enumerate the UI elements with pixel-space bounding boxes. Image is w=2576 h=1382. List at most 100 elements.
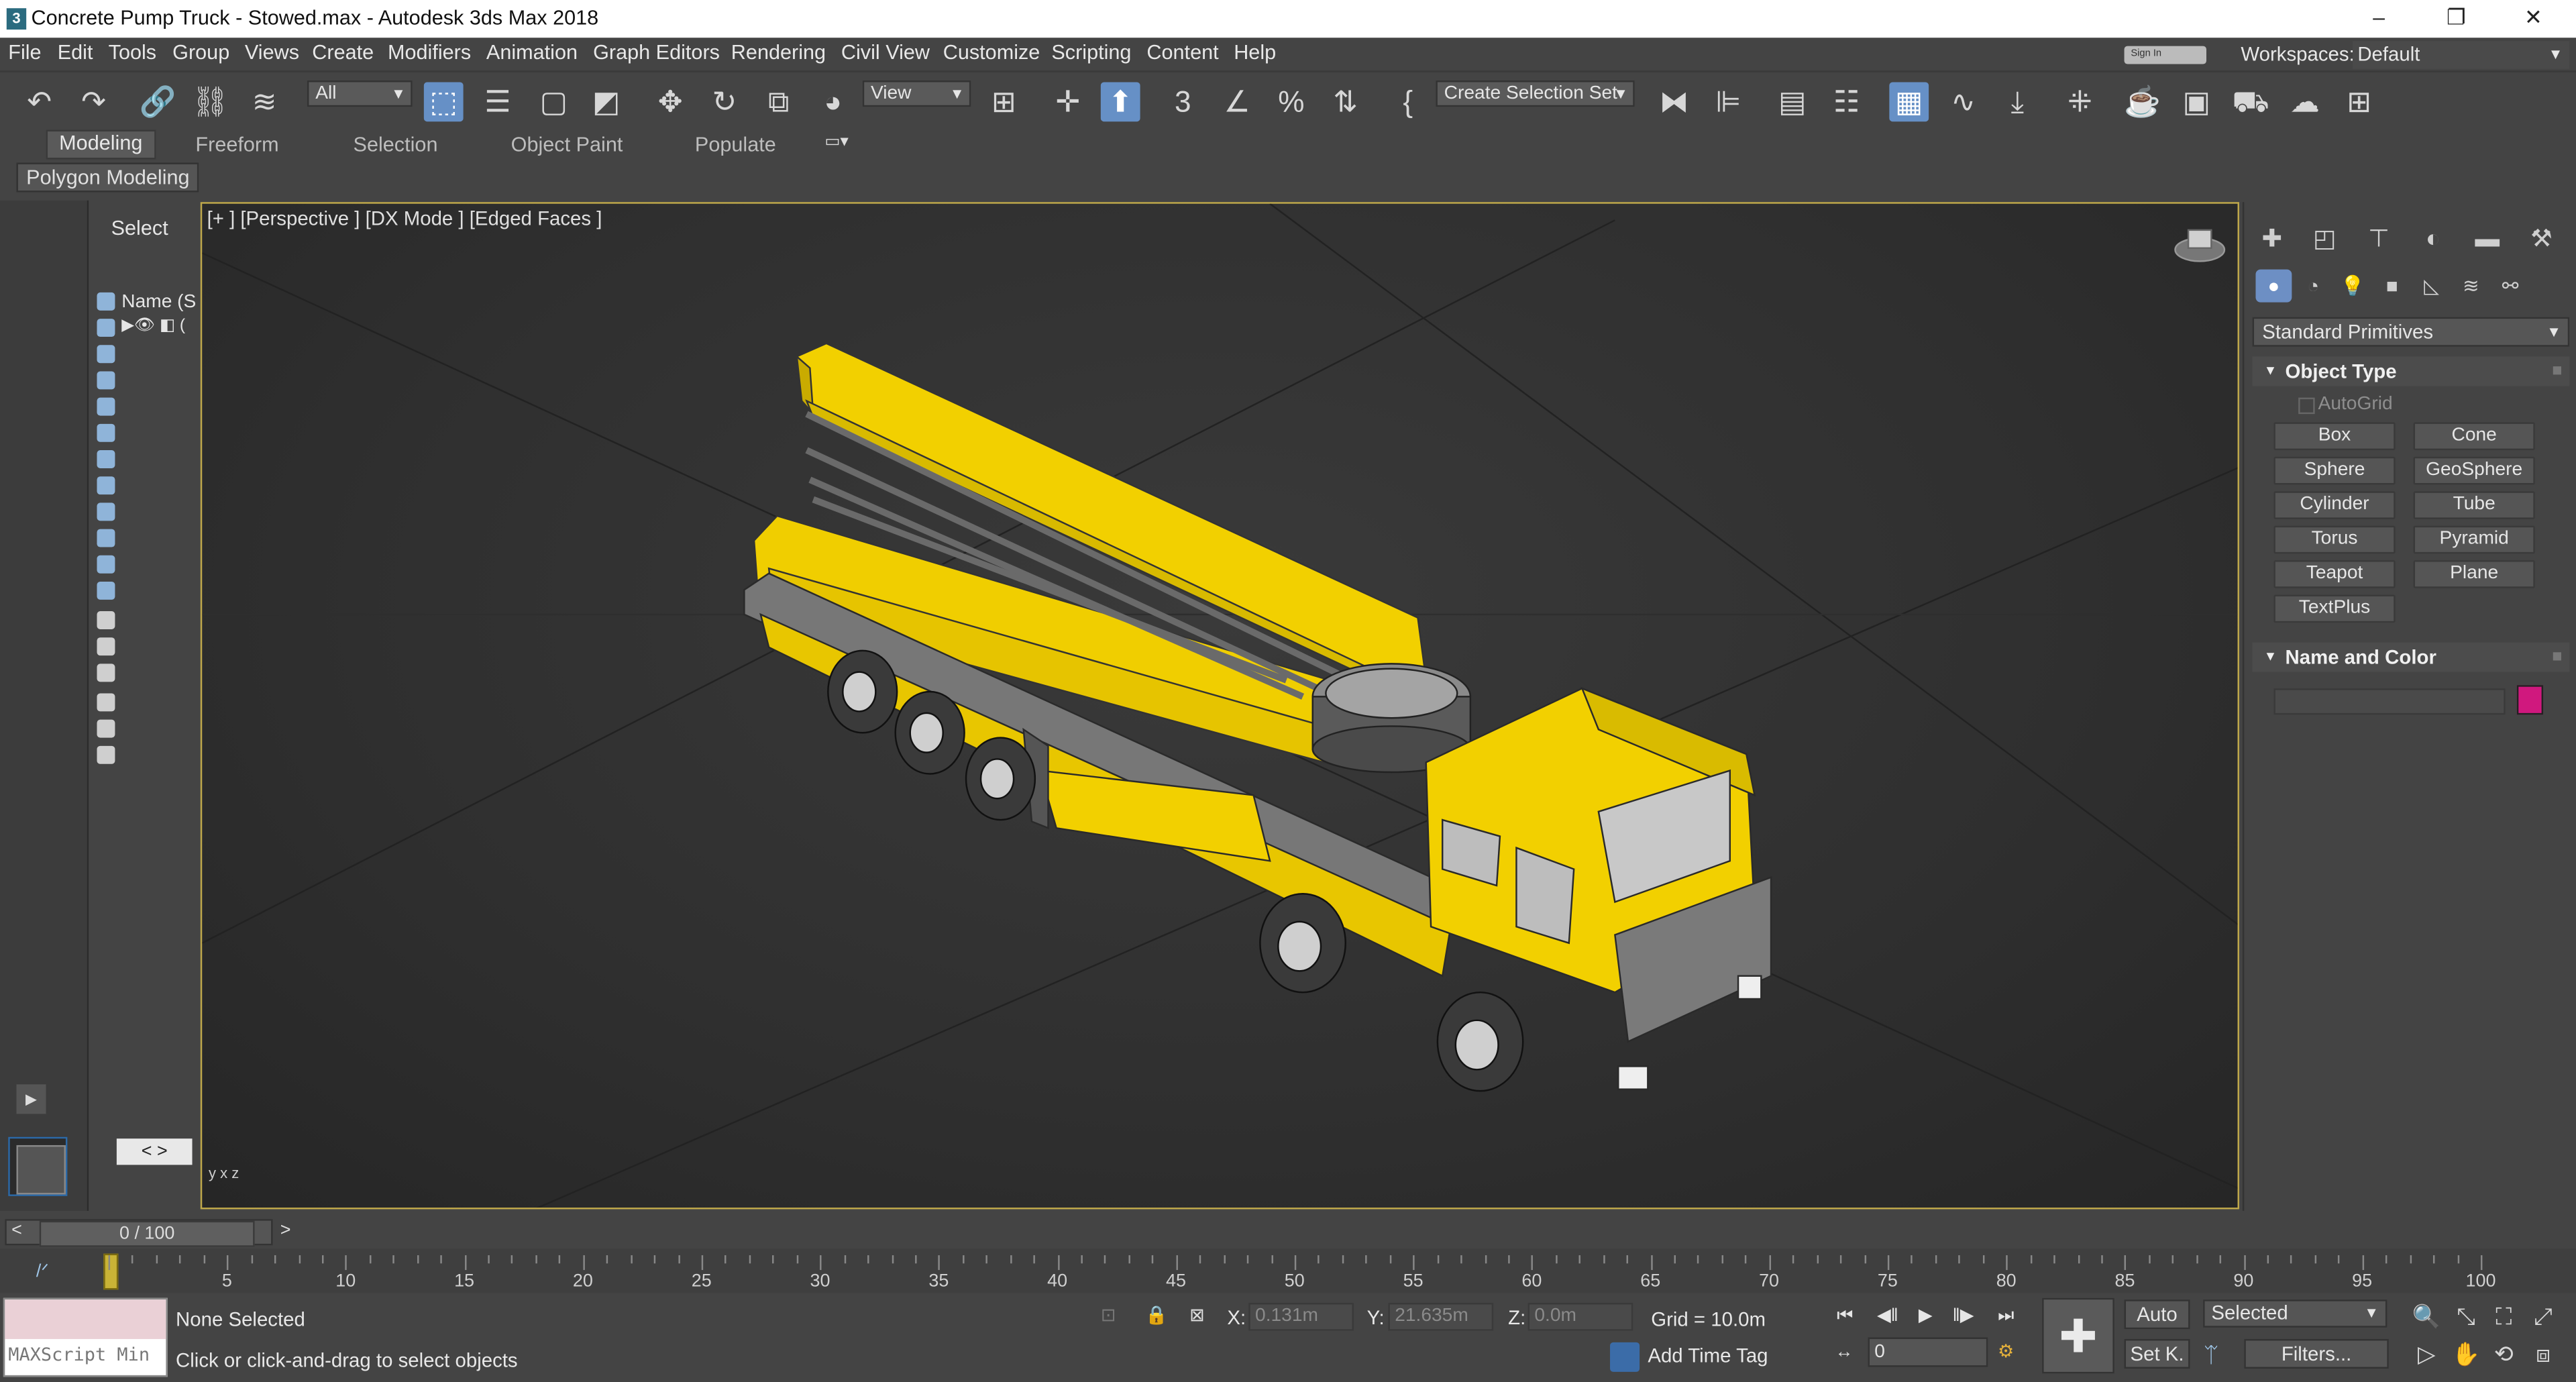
rotate-icon[interactable]: ↻ [705,82,745,121]
systems-icon[interactable]: ⚯ [2492,270,2528,303]
spinner-snap-icon[interactable]: ⇅ [1326,82,1365,121]
undo-icon[interactable]: ↶ [19,82,59,121]
zoom-extents-all-icon[interactable]: ⤢ [2527,1301,2560,1331]
orbit-icon[interactable]: ⟲ [2487,1339,2520,1369]
scale-icon[interactable]: ⧉ [759,82,798,121]
z-coordinate-field[interactable]: 0.0m [1527,1303,1633,1331]
a360-gallery-icon[interactable]: ⊞ [2339,82,2379,121]
maximize-button[interactable]: ❐ [2418,3,2494,33]
time-slider-thumb[interactable]: 0 / 100 [39,1220,255,1247]
keyboard-shortcut-override-icon[interactable]: ⬆ [1100,82,1140,122]
display-bones-icon[interactable] [97,502,115,521]
workspaces-dropdown[interactable]: Default ▼ [2352,41,2570,69]
torus-button[interactable]: Torus [2273,525,2396,554]
menu-create[interactable]: Create [312,41,374,64]
hierarchy-tab-icon[interactable]: ⊤ [2361,223,2397,256]
viewcube-icon[interactable] [2170,217,2229,266]
key-filter-selection-dropdown[interactable]: Selected ▼ [2203,1299,2387,1328]
teapot-button[interactable]: Teapot [2273,560,2396,588]
helpers-icon[interactable]: ◺ [2414,270,2450,303]
object-color-swatch[interactable] [2516,685,2544,715]
utilities-tab-icon[interactable]: ⚒ [2524,223,2560,256]
menu-file[interactable]: File [8,41,41,64]
tube-button[interactable]: Tube [2413,491,2535,519]
plane-button[interactable]: Plane [2413,560,2535,588]
maxscript-listener[interactable]: MAXScript Min [3,1297,168,1377]
display-particles-icon[interactable] [97,555,115,574]
pivot-center-icon[interactable]: ⊞ [984,82,1024,121]
zoom-icon[interactable]: 🔍 [2410,1301,2443,1331]
layer-box-icon[interactable] [97,745,115,764]
selection-filter-dropdown[interactable]: All ▼ [307,81,413,107]
select-object-icon[interactable]: ⬚ [423,82,464,122]
select-by-name-icon[interactable]: ☰ [478,82,518,121]
named-selection-set-dropdown[interactable]: Create Selection Set ▼ [1436,81,1635,107]
menu-modifiers[interactable]: Modifiers [388,41,471,64]
tab-freeform[interactable]: Freeform [195,133,278,156]
field-of-view-icon[interactable]: ▷ [2410,1339,2443,1369]
isolate-selection-icon[interactable]: ⊡ [1101,1305,1116,1326]
y-coordinate-field[interactable]: 21.635m [1388,1303,1494,1331]
display-tab-icon[interactable]: ▬ [2469,223,2506,256]
rendered-frame-window-icon[interactable]: ▣ [2177,82,2216,121]
edit-named-selection-icon[interactable]: { [1388,82,1428,121]
play-icon[interactable]: ▶ [1909,1303,1942,1329]
unlink-icon[interactable]: ⛓ [191,82,230,121]
autogrid-checkbox[interactable]: AutoGrid [2298,394,2393,415]
toggle-scene-explorer-icon[interactable]: ▤ [1772,82,1812,121]
polygon-modeling-panel[interactable]: Polygon Modeling [16,162,200,193]
display-frozen-icon[interactable] [97,581,115,600]
curve-editor-icon[interactable]: ∿ [1943,82,1983,121]
render-production-icon[interactable]: ⛟ [2231,82,2271,121]
geometry-icon[interactable]: ● [2255,269,2292,303]
display-xrefs-icon[interactable] [97,476,115,495]
pyramid-button[interactable]: Pyramid [2413,525,2535,554]
bind-space-warp-icon[interactable]: ≋ [245,82,284,121]
frame-ruler[interactable]: 5 10 15 20 25 30 35 40 45 50 55 60 65 70 75 80 85 90 95 100 [95,1248,2502,1293]
textplus-button[interactable]: TextPlus [2273,594,2396,623]
redo-icon[interactable]: ↷ [74,82,113,121]
space-warps-icon[interactable]: ≋ [2453,270,2489,303]
menu-tools[interactable]: Tools [109,41,156,64]
lock-icon[interactable]: 🔒 [1145,1305,1168,1326]
render-setup-icon[interactable]: ☕ [2123,82,2162,121]
display-helpers-icon[interactable] [97,397,115,416]
menu-rendering[interactable]: Rendering [731,41,826,64]
menu-civil-view[interactable]: Civil View [841,41,930,64]
menu-help[interactable]: Help [1234,41,1276,64]
select-manipulate-icon[interactable]: ✛ [1048,82,1087,121]
maximize-viewport-icon[interactable]: ⧈ [2527,1339,2560,1369]
object-category-dropdown[interactable]: Standard Primitives ▼ [2252,317,2570,347]
cameras-icon[interactable]: ■ [2374,270,2410,303]
default-in-out-tangents-icon[interactable]: ᛠ [2205,1342,2218,1367]
lights-icon[interactable]: 💡 [2334,270,2371,303]
align-icon[interactable]: ⊫ [1709,82,1748,121]
move-icon[interactable]: ✥ [651,82,690,121]
display-containers-icon[interactable] [97,529,115,547]
toggle-layer-explorer-icon[interactable]: ☷ [1827,82,1866,121]
absolute-mode-icon[interactable]: ⊠ [1189,1305,1205,1326]
shapes-icon[interactable]: ◔ [2295,270,2331,303]
auto-key-button[interactable]: Auto [2124,1299,2190,1330]
perspective-viewport[interactable]: [+ ] [Perspective ] [DX Mode ] [Edged Fa… [200,202,2239,1210]
pan-view-icon[interactable]: ✋ [2449,1339,2482,1369]
display-none-icon[interactable] [97,637,115,656]
cone-button[interactable]: Cone [2413,422,2535,451]
sphere-button[interactable]: Sphere [2273,456,2396,485]
scene-object-row[interactable]: ▶👁 ◧ ( [121,317,185,335]
tab-modeling[interactable]: Modeling [46,129,156,160]
display-groups-icon[interactable] [97,450,115,468]
next-frame-icon[interactable]: ‖▶ [1947,1303,1980,1329]
menu-edit[interactable]: Edit [58,41,93,64]
render-in-cloud-icon[interactable]: ☁ [2286,82,2325,121]
menu-group[interactable]: Group [172,41,229,64]
menu-scripting[interactable]: Scripting [1051,41,1131,64]
create-tab-icon[interactable]: ✚ [2254,223,2290,256]
percent-snap-icon[interactable]: % [1272,82,1311,121]
display-lights-icon[interactable] [97,345,115,364]
geosphere-button[interactable]: GeoSphere [2413,456,2535,485]
track-bar[interactable]: /ᐟ 5 10 15 20 25 30 35 40 45 50 55 60 65 70 75 80 85 90 95… [0,1248,2576,1293]
angle-snap-icon[interactable]: ∠ [1218,82,1257,121]
add-time-tag-button[interactable]: Add Time Tag [1610,1342,1768,1372]
menu-graph-editors[interactable]: Graph Editors [593,41,720,64]
